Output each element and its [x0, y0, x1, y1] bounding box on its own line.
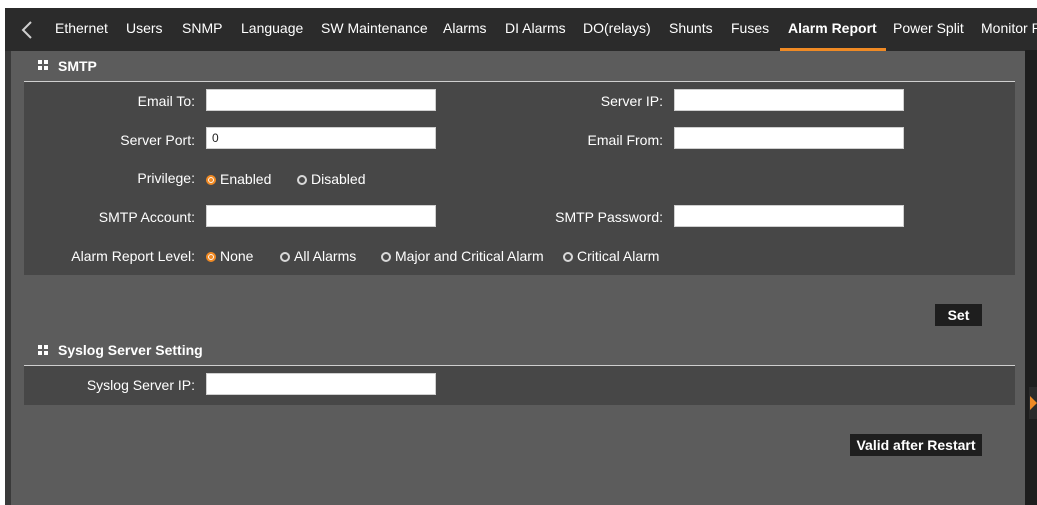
level-all-alarms-label: All Alarms — [294, 248, 357, 264]
radio-unchecked-icon — [297, 175, 307, 185]
tab-snmp[interactable]: SNMP — [182, 8, 222, 51]
valid-after-restart-button[interactable]: Valid after Restart — [850, 434, 982, 456]
chevron-left-icon[interactable] — [19, 20, 37, 40]
tab-bar: Ethernet Users SNMP Language SW Maintena… — [5, 8, 1037, 51]
smtp-account-field[interactable] — [206, 205, 436, 227]
set-button[interactable]: Set — [935, 304, 982, 326]
left-border — [5, 8, 11, 505]
tab-monitor[interactable]: Monitor P — [981, 8, 1037, 51]
triangle-right-icon[interactable] — [1029, 387, 1037, 419]
tab-sw-maintenance[interactable]: SW Maintenance — [321, 8, 428, 51]
level-major-critical-label: Major and Critical Alarm — [395, 248, 544, 264]
level-critical-radio[interactable]: Critical Alarm — [563, 248, 659, 264]
privilege-label: Privilege: — [137, 170, 195, 186]
smtp-password-field[interactable] — [674, 205, 904, 227]
syslog-section-title: Syslog Server Setting — [58, 342, 203, 358]
radio-unchecked-icon — [280, 252, 290, 262]
privilege-enabled-label: Enabled — [220, 171, 272, 187]
radio-checked-icon — [206, 252, 216, 262]
level-none-radio[interactable]: None — [206, 248, 253, 264]
tab-di-alarms[interactable]: DI Alarms — [505, 8, 566, 51]
server-port-field[interactable] — [206, 127, 436, 149]
email-from-label: Email From: — [587, 132, 663, 148]
grid-icon — [38, 60, 48, 70]
server-port-label: Server Port: — [120, 132, 195, 148]
alarm-report-level-label: Alarm Report Level: — [71, 248, 195, 264]
syslog-server-ip-field[interactable] — [206, 373, 436, 395]
tab-ethernet[interactable]: Ethernet — [55, 8, 108, 51]
tab-power-split[interactable]: Power Split — [893, 8, 964, 51]
tab-alarms[interactable]: Alarms — [443, 8, 487, 51]
tab-do-relays[interactable]: DO(relays) — [583, 8, 651, 51]
level-major-critical-radio[interactable]: Major and Critical Alarm — [381, 248, 544, 264]
tab-language[interactable]: Language — [241, 8, 303, 51]
right-scroll-rail[interactable] — [1025, 50, 1037, 505]
privilege-disabled-radio[interactable]: Disabled — [297, 171, 365, 187]
radio-unchecked-icon — [381, 252, 391, 262]
server-ip-field[interactable] — [674, 89, 904, 111]
email-to-label: Email To: — [137, 93, 195, 109]
smtp-account-label: SMTP Account: — [98, 209, 195, 225]
level-critical-label: Critical Alarm — [577, 248, 660, 264]
smtp-section-title: SMTP — [58, 58, 97, 74]
email-from-field[interactable] — [674, 127, 904, 149]
tab-fuses[interactable]: Fuses — [731, 8, 769, 51]
syslog-server-ip-label: Syslog Server IP: — [86, 377, 195, 393]
email-to-field[interactable] — [206, 89, 436, 111]
smtp-password-label: SMTP Password: — [555, 209, 663, 225]
level-all-alarms-radio[interactable]: All Alarms — [280, 248, 356, 264]
tab-users[interactable]: Users — [126, 8, 163, 51]
level-none-label: None — [220, 248, 254, 264]
radio-checked-icon — [206, 175, 216, 185]
privilege-enabled-radio[interactable]: Enabled — [206, 171, 271, 187]
server-ip-label: Server IP: — [600, 93, 663, 109]
privilege-disabled-label: Disabled — [311, 171, 366, 187]
radio-unchecked-icon — [563, 252, 573, 262]
grid-icon — [38, 345, 48, 355]
tab-alarm-report[interactable]: Alarm Report — [780, 8, 886, 51]
tab-shunts[interactable]: Shunts — [669, 8, 713, 51]
